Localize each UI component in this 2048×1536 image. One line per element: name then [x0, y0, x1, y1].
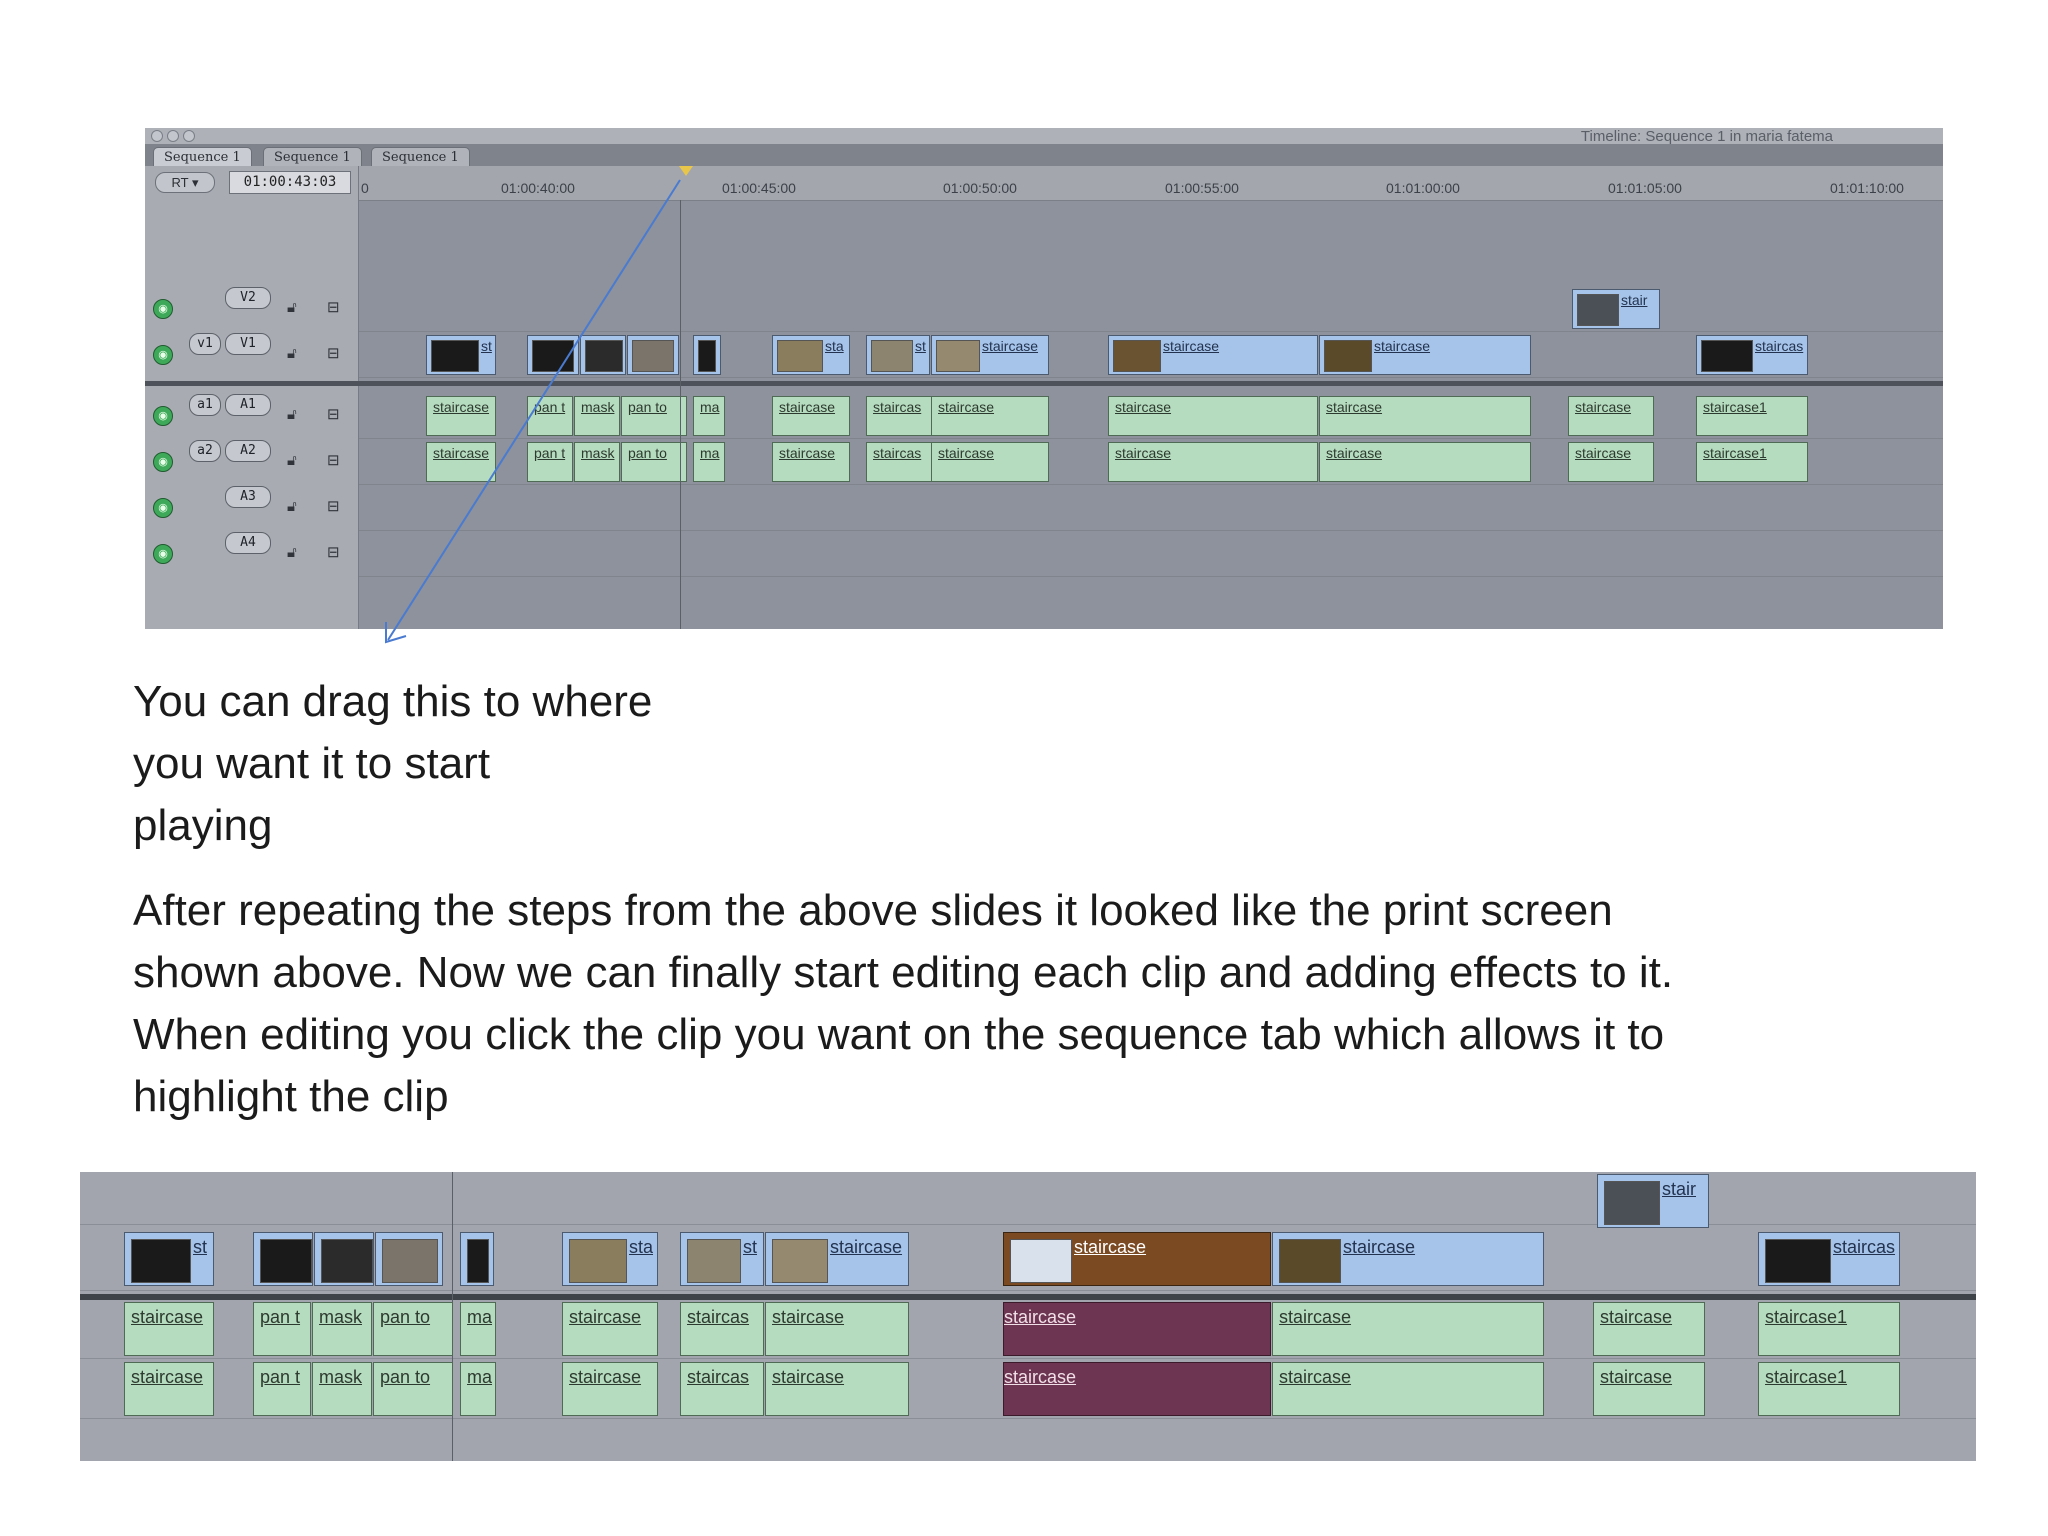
annotation-arrow-icon [385, 179, 681, 644]
